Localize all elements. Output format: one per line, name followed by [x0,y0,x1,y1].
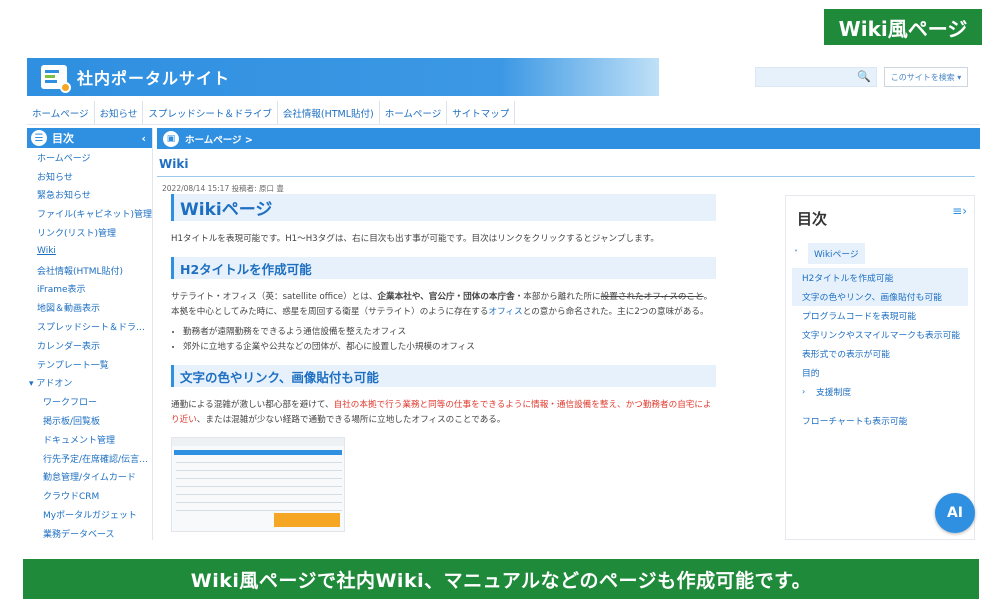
sidebar-item[interactable]: 勤怠管理/タイムカード [27,468,152,487]
sidebar-list: ホームページ お知らせ 緊急お知らせ ファイル(キャビネット)管理 リンク(リスト)管理… [27,148,152,540]
sidebar-item[interactable]: リンク(リスト)管理 [27,223,152,242]
text-span: との意から命名された。主に2つの意味がある。 [522,307,709,317]
title-divider [157,176,975,177]
toc-item-label: 支援制度 [816,388,852,398]
page-title: Wiki [159,157,189,171]
toc-item[interactable]: 目的 [792,363,968,382]
toc-item-label: 文字の色やリンク、画像貼付も可能 [802,293,942,303]
bullet-list: 勤務者が遠隔勤務をできるよう通信設備を整えたオフィス 郊外に立地する企業や公共な… [171,325,716,355]
paragraph-satellite: サテライト・オフィス（英：satellite office）とは、企業本社や、官… [171,290,716,320]
toc-item-label: フローチャートも表示可能 [802,417,908,427]
portal-logo-icon[interactable] [41,65,71,93]
nav-item-home-2[interactable]: ホームページ [380,101,448,124]
sidebar-item[interactable]: テンプレート一覧 [27,355,152,374]
caption-banner: Wiki風ページで社内Wiki、マニュアルなどのページも作成可能です。 [23,559,979,599]
list-item: 勤務者が遠隔勤務をできるよう通信設備を整えたオフィス [183,325,716,340]
sidebar-item[interactable]: スプレッドシート＆ドラ… [27,317,152,336]
sidebar-item[interactable]: ホームページ [27,148,152,167]
sidebar-item[interactable]: 業務データベース [27,524,152,540]
collapse-icon[interactable]: ‹ [141,132,146,145]
text-span: 通勤による混雑が激しい都心部を避けて、 [171,400,334,410]
sidebar-item[interactable]: ワークフロー [27,392,152,411]
site-title[interactable]: 社内ポータルサイト [77,65,230,89]
sidebar-item[interactable]: 地図＆動画表示 [27,298,152,317]
nav-item-spreadsheet[interactable]: スプレッドシート＆ドライブ [143,101,278,124]
nav-item-company[interactable]: 会社情報(HTML貼付) [278,101,380,124]
paragraph-color: 通勤による混雑が激しい都心部を避けて、自社の本拠で行う業務と同等の仕事をできるよ… [171,398,716,428]
breadcrumb-home[interactable]: ホームページ > [185,132,253,146]
wiki-article: Wikiページ H1タイトルを表現可能です。H1～H3タグは、右に目次も出す事が… [171,194,716,532]
sidebar-item[interactable]: お知らせ [27,167,152,186]
office-link[interactable]: オフィス [488,307,522,317]
sidebar-item[interactable]: 掲示板/回覧板 [27,411,152,430]
menu-icon[interactable]: ☰ [31,130,47,146]
sidebar-item[interactable]: Myポータルガジェット [27,505,152,524]
toc-item[interactable]: 文字リンクやスマイルマークも表示可能 [792,325,968,344]
embedded-screenshot-image[interactable] [171,437,345,532]
feature-badge: Wiki風ページ [824,9,982,45]
search-icon[interactable]: 🔍 [857,70,871,83]
toc-item-label: 表形式での表示が可能 [802,350,890,360]
sidebar-item[interactable]: 会社情報(HTML貼付) [27,261,152,280]
portal-window: 社内ポータルサイト 🔍 このサイトを検索 ▾ ホームページ お知らせ スプレッド… [27,58,980,540]
site-header: 社内ポータルサイト [27,58,659,96]
sidebar-item[interactable]: カレンダー表示 [27,336,152,355]
nav-item-home[interactable]: ホームページ [27,101,95,124]
strikethrough-text: 設置されたオフィスのこと [600,292,704,302]
sidebar-item[interactable]: 行先予定/在席確認/伝言… [27,449,152,468]
toc-item[interactable]: ˅ Wikiページ [792,238,968,268]
toc-item-label: 文字リンクやスマイルマークも表示可能 [802,331,961,341]
nav-item-sitemap[interactable]: サイトマップ [447,101,516,124]
toc-item[interactable]: H2タイトルを作成可能 [792,268,968,287]
text-span: サテライト・オフィス（英：satellite office）とは、 [171,292,378,302]
toc-item-label: プログラムコードを表現可能 [802,312,917,322]
toc-toggle-icon[interactable]: ≡› [952,204,967,218]
toc-item[interactable]: 表形式での表示が可能 [792,344,968,363]
toc-item-label: 目的 [802,369,820,379]
sidebar-heading: ☰ 目次 ‹ [27,128,152,148]
post-meta: 2022/08/14 15:17 投稿者: 原口 豊 [162,184,284,193]
sidebar-heading-label: 目次 [52,132,74,145]
sidebar-item[interactable]: Wiki [27,242,152,261]
heading-h2-title: H2タイトルを作成可能 [171,257,716,279]
chevron-right-icon[interactable]: › [802,387,812,396]
toc-list: ˅ Wikiページ H2タイトルを作成可能文字の色やリンク、画像貼付も可能 プログラム… [792,238,968,430]
nav-item-news[interactable]: お知らせ [95,101,144,124]
table-of-contents: 目次 ≡› ˅ Wikiページ H2タイトルを作成可能文字の色やリンク、画像貼付も可… [785,195,975,540]
heading-h2-color: 文字の色やリンク、画像貼付も可能 [171,365,716,387]
sidebar-item[interactable]: iFrame表示 [27,280,152,299]
list-item: 郊外に立地する企業や公共などの団体が、都心に設置した小規模のオフィス [183,340,716,355]
toc-item[interactable]: プログラムコードを表現可能 [792,306,968,325]
sidebar-item[interactable]: クラウドCRM [27,486,152,505]
text-span: ・本部から離れた所に [514,292,601,302]
top-nav: ホームページ お知らせ スプレッドシート＆ドライブ 会社情報(HTML貼付) ホ… [27,101,980,125]
text-span: 、または混雑が少ない経路で通勤できる場所に立地したオフィスのことである。 [196,415,506,425]
heading-h1: Wikiページ [171,194,716,221]
chevron-down-icon[interactable]: ˅ [794,249,804,258]
search-input[interactable]: 🔍 [755,67,877,87]
ai-assistant-button[interactable]: AI [935,493,975,533]
main-content: ▣ ホームページ > Wiki 2022/08/14 15:17 投稿者: 原口… [157,128,980,540]
paragraph-intro: H1タイトルを表現可能です。H1～H3タグは、右に目次も出す事が可能です。目次は… [171,234,659,244]
sidebar-item[interactable]: ファイル(キャビネット)管理 [27,204,152,223]
toc-item-label: H2タイトルを作成可能 [802,274,894,284]
toc-spacer [792,401,968,411]
sidebar-item[interactable]: 緊急お知らせ [27,186,152,205]
sidebar: ☰ 目次 ‹ ホームページ お知らせ 緊急お知らせ ファイル(キャビネット)管理 リンク… [27,128,153,540]
sidebar-item[interactable]: ドキュメント管理 [27,430,152,449]
breadcrumb: ▣ ホームページ > [157,128,980,149]
home-icon[interactable]: ▣ [163,130,179,147]
toc-item[interactable]: 文字の色やリンク、画像貼付も可能 [792,287,968,306]
toc-item[interactable]: › 支援制度 [792,382,968,401]
toc-item[interactable]: フローチャートも表示可能 [792,411,968,430]
search-scope-select[interactable]: このサイトを検索 ▾ [884,67,968,87]
sidebar-item[interactable]: ▾ アドオン [27,374,152,393]
toc-title: 目次 [797,210,828,228]
toc-item-label: Wikiページ [808,242,865,264]
bold-text: 企業本社や、官公庁・団体の本庁舎 [377,292,515,302]
